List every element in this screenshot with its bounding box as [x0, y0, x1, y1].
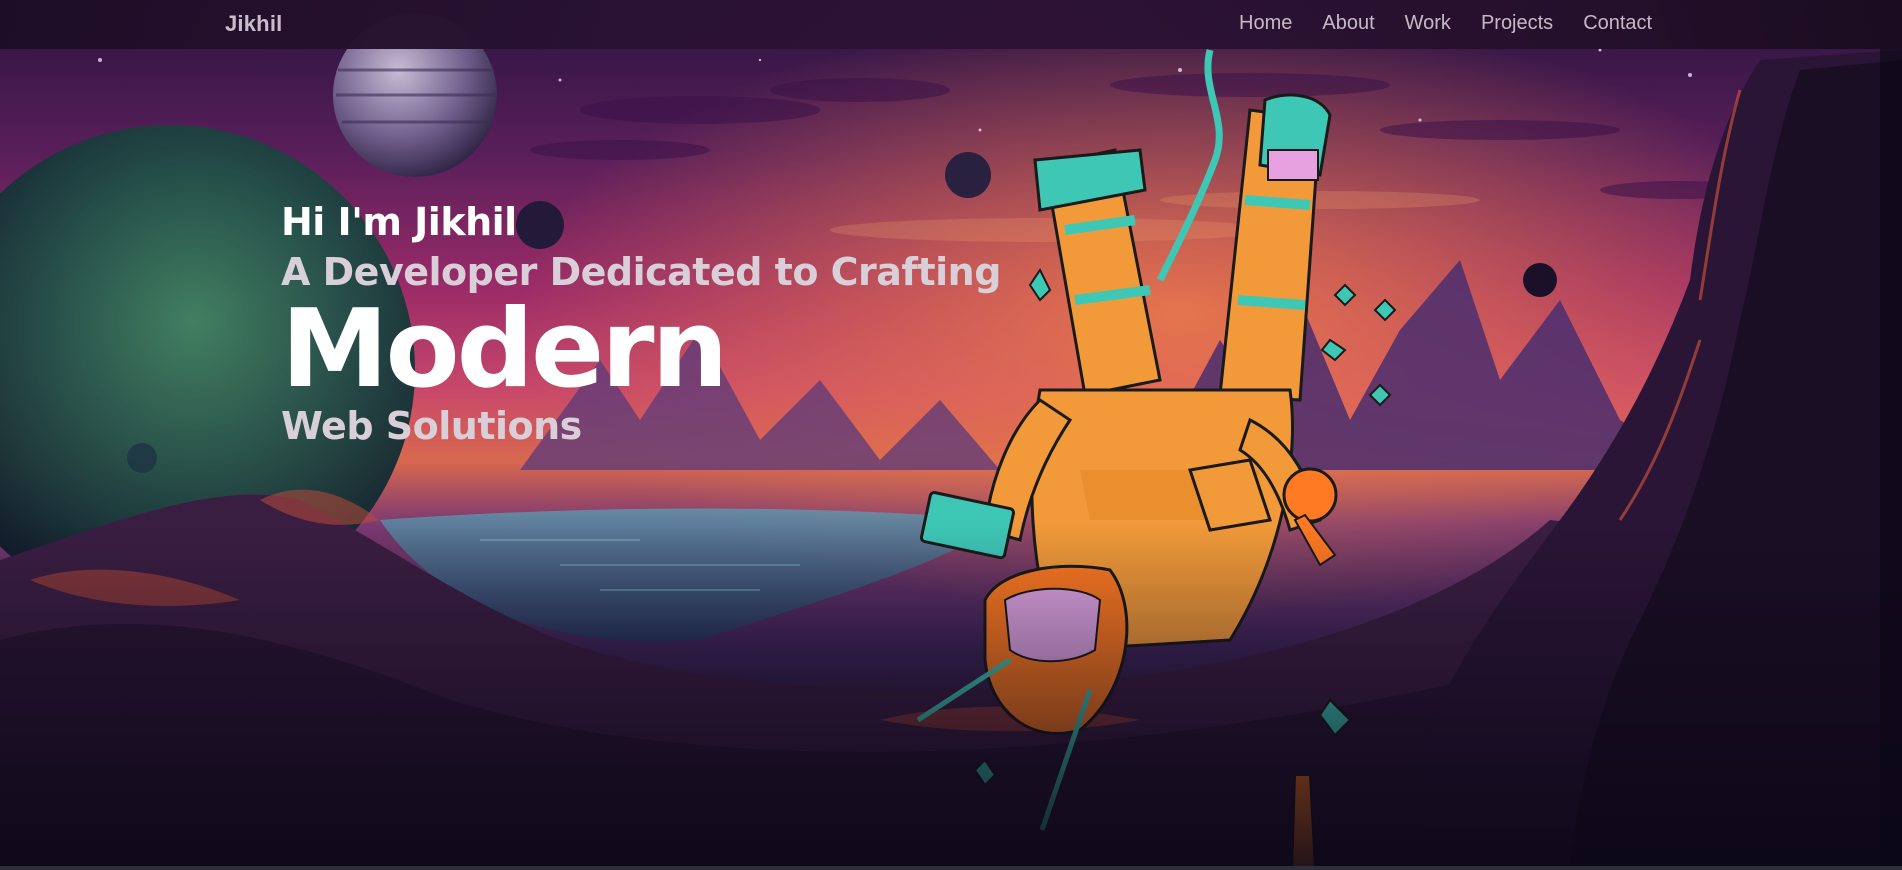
- nav-link-projects[interactable]: Projects: [1481, 12, 1553, 35]
- hero-text-block: Hi I'm Jikhil A Developer Dedicated to C…: [281, 200, 1001, 448]
- hero-greeting: Hi I'm Jikhil: [281, 200, 517, 244]
- nav-link-work[interactable]: Work: [1405, 12, 1451, 35]
- nav-link-about[interactable]: About: [1322, 12, 1374, 35]
- bottom-edge-bar: [0, 866, 1902, 870]
- brand-logo-text[interactable]: Jikhil: [225, 11, 282, 37]
- nav-link-contact[interactable]: Contact: [1583, 12, 1652, 35]
- nav-links: Home About Work Projects Contact: [1239, 12, 1652, 35]
- hero-headline: Modern: [281, 287, 728, 412]
- nav-link-home[interactable]: Home: [1239, 12, 1292, 35]
